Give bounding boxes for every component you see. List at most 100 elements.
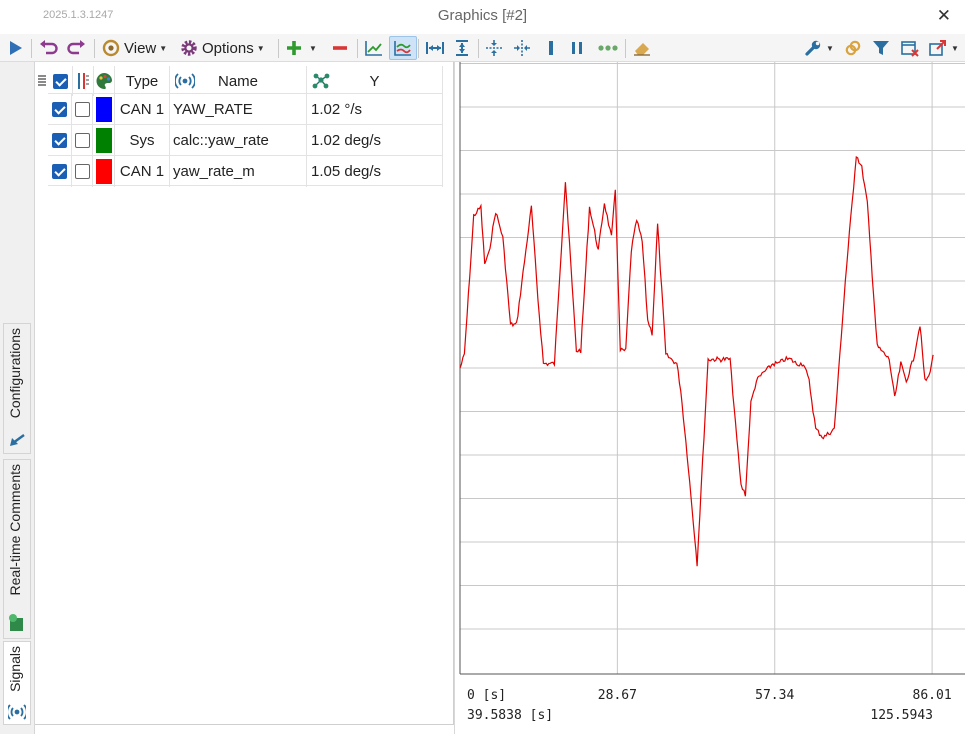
color-column-header[interactable] xyxy=(94,66,115,96)
axis-icon xyxy=(78,73,89,89)
export-menu-button[interactable]: ▼ xyxy=(928,36,959,60)
graphics-plot[interactable]: 0 [s] 28.67 57.34 86.01 39.5838 [s] 125.594… xyxy=(459,62,965,734)
chevron-down-icon: ▼ xyxy=(159,43,168,53)
comment-icon xyxy=(9,614,23,631)
tab-comments-label: Real-time Comments xyxy=(7,464,23,596)
link-button[interactable] xyxy=(844,36,862,60)
more-button[interactable] xyxy=(597,36,619,60)
color-swatch[interactable] xyxy=(95,159,112,184)
link-icon xyxy=(845,40,861,56)
cursor-left-readout: 39.5838 [s] xyxy=(467,708,553,723)
axis-checkbox[interactable] xyxy=(74,102,90,117)
tab-real-time-comments[interactable]: Real-time Comments xyxy=(3,459,31,639)
x-tick-label: 57.34 xyxy=(755,688,794,703)
plot-canvas[interactable]: 0 [s] 28.67 57.34 86.01 39.5838 [s] 125.594… xyxy=(459,62,965,734)
palette-icon xyxy=(96,72,113,90)
more-icon xyxy=(598,45,618,51)
line-chart-icon xyxy=(365,41,382,56)
toolbar-separator xyxy=(478,39,479,58)
color-swatch[interactable] xyxy=(95,97,112,122)
filter-button[interactable] xyxy=(872,36,890,60)
options-label: Options xyxy=(202,39,254,57)
checkbox-checked-icon xyxy=(53,73,68,89)
options-menu-button[interactable]: Options ▼ xyxy=(180,36,265,60)
fit-y-button[interactable] xyxy=(453,36,471,60)
signal-value: 1.02 deg/s xyxy=(307,125,443,156)
undo-icon xyxy=(40,40,58,55)
toolbar-separator xyxy=(31,39,32,58)
multi-axis-button[interactable] xyxy=(389,36,417,60)
x-tick-label: 28.67 xyxy=(598,688,637,703)
x-tick-label: 0 [s] xyxy=(467,688,506,703)
play-button[interactable] xyxy=(7,36,25,60)
title-bar: 2025.1.3.1247 Graphics [#2] ✕ xyxy=(0,0,965,34)
broadcast-icon xyxy=(175,73,195,89)
view-menu-button[interactable]: View ▼ xyxy=(102,36,167,60)
table-row[interactable]: CAN 1 YAW_RATE 1.02 °/s xyxy=(48,93,443,125)
filter-icon xyxy=(873,41,889,55)
toolbar-separator xyxy=(418,39,419,58)
table-row[interactable]: Sys calc::yaw_rate 1.02 deg/s xyxy=(48,124,443,156)
multi-line-icon xyxy=(394,41,411,56)
view-label: View xyxy=(124,39,157,57)
toolbar: View ▼ Options ▼ ▼ ▼ ▼ xyxy=(0,34,965,62)
play-icon xyxy=(10,41,22,55)
select-all-checkbox[interactable] xyxy=(49,66,73,96)
side-tab-bar: Configurations Real-time Comments Signal… xyxy=(0,62,35,734)
close-button[interactable]: ✕ xyxy=(937,6,951,26)
axis-checkbox[interactable] xyxy=(74,164,90,179)
visible-checkbox[interactable] xyxy=(52,164,67,179)
export-icon xyxy=(929,40,946,56)
plus-icon xyxy=(287,41,301,55)
remove-signal-button[interactable] xyxy=(331,36,349,60)
signals-panel: Type Name Y CAN 1 YAW_RATE 1.02 °/s Sys … xyxy=(35,62,454,725)
toolbar-separator xyxy=(94,39,95,58)
row-selector-icon[interactable] xyxy=(35,66,49,96)
chevron-down-icon: ▼ xyxy=(309,43,317,53)
fit-x-icon xyxy=(426,42,444,54)
toolbar-separator xyxy=(278,39,279,58)
undo-button[interactable] xyxy=(39,36,59,60)
single-axis-button[interactable] xyxy=(364,36,384,60)
signals-grid-header: Type Name Y xyxy=(35,66,443,96)
scatter-icon xyxy=(312,73,330,89)
type-column-header[interactable]: Type xyxy=(115,66,170,96)
collapse-vertical-button[interactable] xyxy=(485,36,503,60)
collapse-horizontal-button[interactable] xyxy=(513,36,531,60)
cursor-right-readout: 125.5943 xyxy=(870,708,933,723)
redo-button[interactable] xyxy=(66,36,86,60)
clear-button[interactable] xyxy=(900,36,920,60)
tab-configurations[interactable]: Configurations xyxy=(3,323,31,454)
axis-checkbox[interactable] xyxy=(74,133,90,148)
table-row[interactable]: CAN 1 yaw_rate_m 1.05 deg/s xyxy=(48,155,443,187)
color-swatch[interactable] xyxy=(95,128,112,153)
tools-menu-button[interactable]: ▼ xyxy=(804,36,834,60)
collapse-h-icon xyxy=(514,40,530,56)
view-icon xyxy=(102,39,120,57)
visible-checkbox[interactable] xyxy=(52,102,67,117)
signal-type: CAN 1 xyxy=(115,156,170,187)
tab-signals[interactable]: Signals xyxy=(3,641,31,725)
axis-column-header[interactable] xyxy=(73,66,94,96)
add-signal-button[interactable]: ▼ xyxy=(285,36,317,60)
x-tick-label: 86.01 xyxy=(913,688,952,703)
clear-icon xyxy=(901,41,919,57)
tab-configurations-label: Configurations xyxy=(7,328,23,419)
eraser-button[interactable] xyxy=(632,36,652,60)
name-header-label: Name xyxy=(217,72,258,90)
cursor-1-button[interactable] xyxy=(545,36,557,60)
cursor-2-icon xyxy=(572,42,582,54)
fit-x-button[interactable] xyxy=(425,36,445,60)
signal-value: 1.02 °/s xyxy=(307,94,443,125)
window-title: Graphics [#2] xyxy=(437,7,528,24)
y-header-label: Y xyxy=(369,72,380,90)
signal-type: Sys xyxy=(115,125,170,156)
visible-checkbox[interactable] xyxy=(52,133,67,148)
chevron-down-icon: ▼ xyxy=(826,43,834,53)
toolbar-separator xyxy=(625,39,626,58)
y-column-header[interactable]: Y xyxy=(307,66,443,96)
series-line-yaw_rate_m[interactable] xyxy=(459,155,934,567)
minus-icon xyxy=(333,46,347,50)
cursor-2-button[interactable] xyxy=(570,36,584,60)
name-column-header[interactable]: Name xyxy=(170,66,307,96)
